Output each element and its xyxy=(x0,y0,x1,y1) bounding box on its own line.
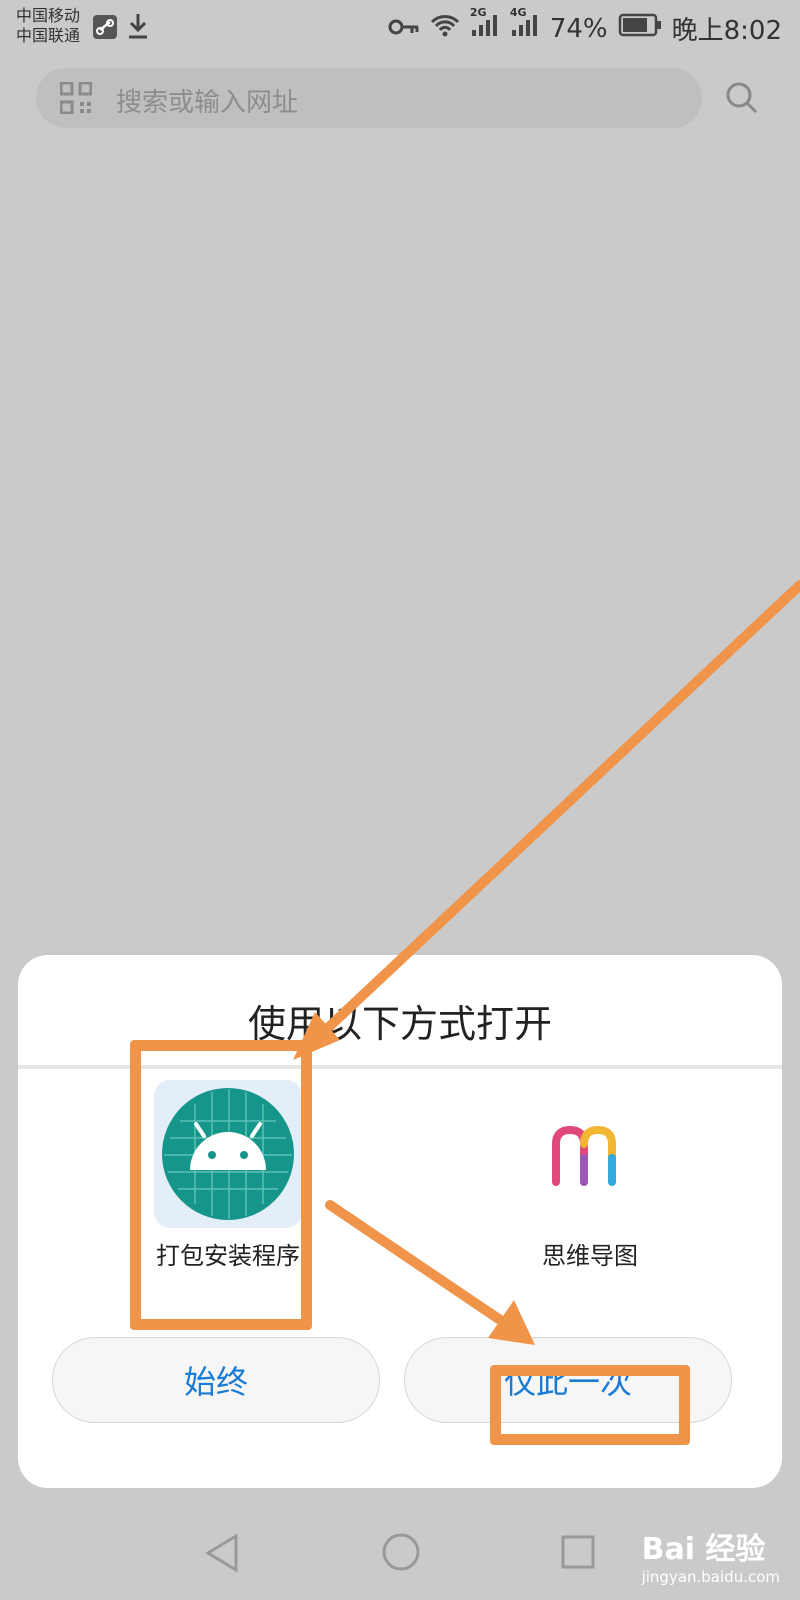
watermark-brand: Bai 经验 xyxy=(641,1532,766,1567)
home-icon[interactable] xyxy=(381,1532,421,1576)
watermark-logo: Bai 经验 jingyan.baidu.com xyxy=(642,1524,780,1586)
annotation-arrow-2 xyxy=(325,1200,535,1345)
annotation-arrows xyxy=(293,580,800,1345)
back-icon[interactable] xyxy=(204,1532,240,1578)
recents-icon[interactable] xyxy=(560,1534,596,1574)
watermark-url: jingyan.baidu.com xyxy=(641,1568,780,1586)
annotation-arrow-1 xyxy=(293,580,800,1060)
